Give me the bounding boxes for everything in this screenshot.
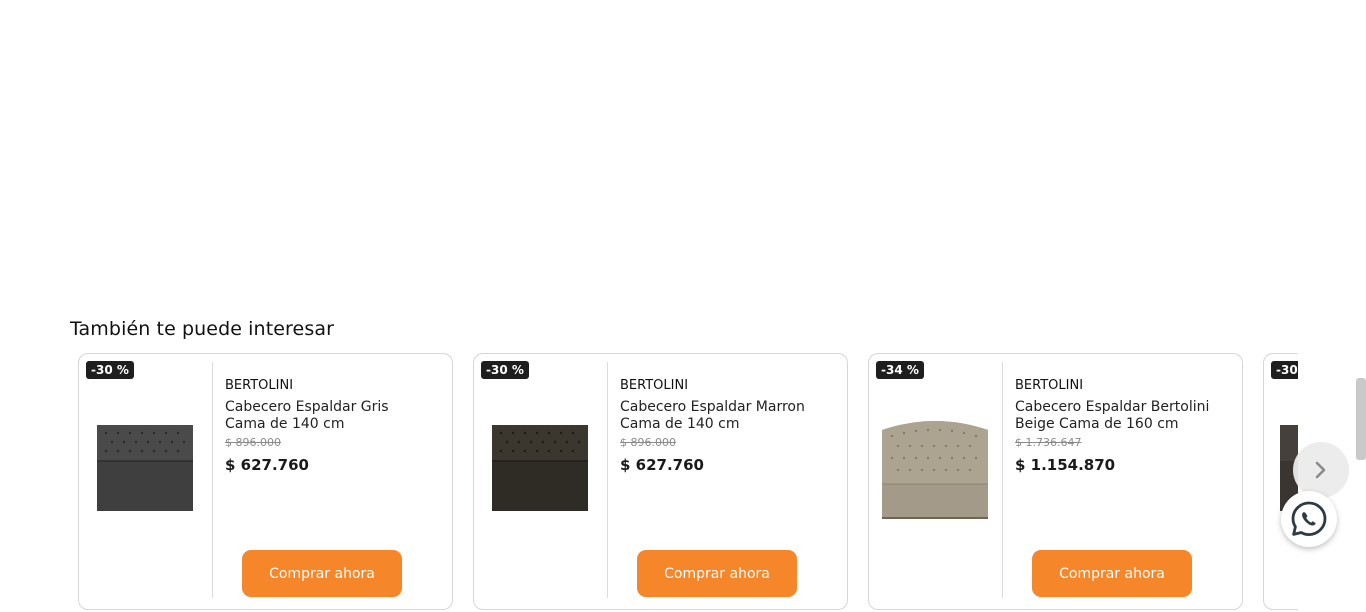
discount-badge: -30 % [86, 361, 134, 379]
product-price: $ 627.760 [620, 456, 704, 474]
buy-now-button[interactable]: Comprar ahora [637, 550, 797, 597]
product-old-price: $ 896.000 [620, 436, 676, 449]
headboard-image [97, 425, 193, 511]
product-name[interactable]: Cabecero Espaldar Gris Cama de 140 cm [225, 399, 430, 433]
product-image[interactable] [488, 414, 592, 522]
product-card[interactable]: -34 % BERTOLINI Cabecero Espaldar Bertol… [868, 353, 1243, 610]
chevron-right-icon [1315, 461, 1326, 479]
product-price: $ 627.760 [225, 456, 309, 474]
whatsapp-button[interactable] [1281, 491, 1337, 547]
discount-badge: -34 % [876, 361, 924, 379]
product-image[interactable] [93, 414, 197, 522]
card-divider [212, 362, 213, 598]
product-brand: BERTOLINI [225, 378, 294, 393]
product-card[interactable]: -30 % BERTOLINI Cabecero Espaldar Marron… [473, 353, 848, 610]
card-divider [1002, 362, 1003, 598]
page-scrollbar[interactable] [1356, 378, 1366, 460]
carousel-next-button[interactable] [1293, 442, 1349, 498]
product-brand: BERTOLINI [1015, 378, 1084, 393]
discount-badge: -30 % [1271, 361, 1298, 379]
product-name[interactable]: Cabecero Espaldar Bertolini Beige Cama d… [1015, 399, 1220, 433]
product-card[interactable]: -30 % BERTOLINI Cabecero Espaldar Gris C… [78, 353, 453, 610]
whatsapp-icon [1291, 501, 1327, 536]
product-brand: BERTOLINI [620, 378, 689, 393]
discount-badge: -30 % [481, 361, 529, 379]
product-card[interactable]: -30 % [1263, 353, 1298, 610]
headboard-image [492, 425, 588, 511]
product-image[interactable] [879, 414, 991, 522]
product-name[interactable]: Cabecero Espaldar Marron Cama de 140 cm [620, 399, 825, 433]
section-title: También te puede interesar [70, 318, 334, 340]
buy-now-button[interactable]: Comprar ahora [1032, 550, 1192, 597]
product-old-price: $ 1.736.647 [1015, 436, 1082, 449]
product-price: $ 1.154.870 [1015, 456, 1116, 474]
card-divider [607, 362, 608, 598]
headboard-image [882, 421, 988, 519]
product-old-price: $ 896.000 [225, 436, 281, 449]
product-carousel: -30 % BERTOLINI Cabecero Espaldar Gris C… [78, 353, 1298, 612]
buy-now-button[interactable]: Comprar ahora [242, 550, 402, 597]
